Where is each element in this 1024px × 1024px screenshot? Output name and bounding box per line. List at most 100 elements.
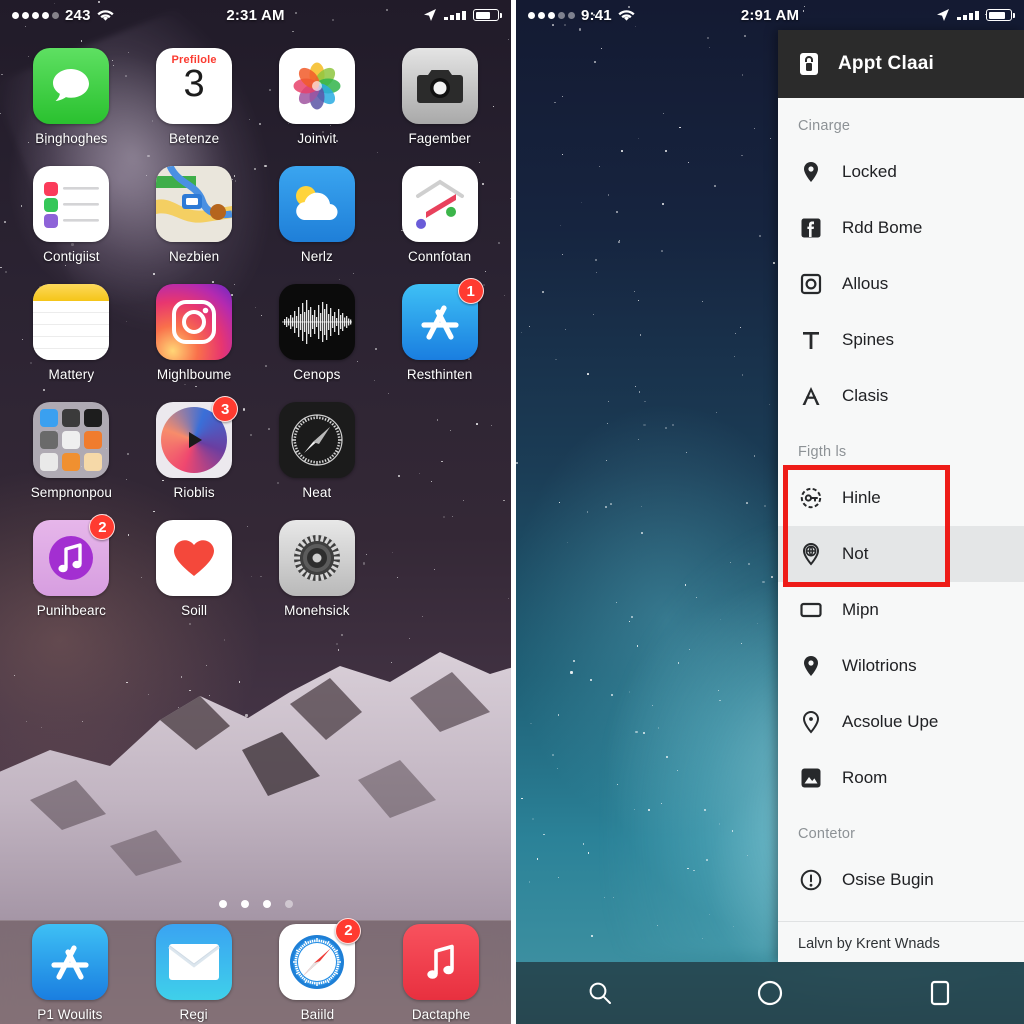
left-status-left: 243 bbox=[12, 7, 114, 24]
music-icon[interactable] bbox=[403, 923, 480, 1000]
home-app-icon[interactable]: Neat bbox=[256, 402, 379, 500]
messages-icon[interactable] bbox=[33, 48, 110, 124]
app-label: Sempnonpou bbox=[30, 485, 113, 500]
app-label: Neat bbox=[302, 485, 332, 500]
health-heart-icon[interactable] bbox=[156, 520, 233, 596]
app-store-icon[interactable]: 1 bbox=[401, 278, 484, 360]
section-label: Figth ls bbox=[798, 444, 847, 460]
home-app-icon[interactable]: 3 Rioblis bbox=[133, 396, 256, 500]
dock-app-icon[interactable]: Dactaphe bbox=[403, 923, 480, 1022]
app-store-icon[interactable] bbox=[31, 923, 108, 1000]
right-status-left: 9:41 bbox=[528, 7, 635, 24]
home-app-icon[interactable]: 2 Punihbearc bbox=[10, 514, 133, 618]
notes-icon[interactable] bbox=[33, 284, 110, 360]
left-phone-screen: 243 2:31 AM Binghoghes Prefilole 3 Beten… bbox=[0, 0, 511, 1024]
itunes-store-icon[interactable] bbox=[401, 166, 478, 242]
home-app-icon[interactable]: Prefilole 3 Betenze bbox=[133, 48, 256, 146]
home-app-icon[interactable]: Cenops bbox=[256, 284, 379, 382]
page-indicator-dots[interactable] bbox=[0, 900, 511, 908]
dock-app-icon[interactable]: 2 Baiild bbox=[279, 917, 362, 1022]
home-app-icon[interactable]: Monehsick bbox=[256, 520, 379, 618]
drawer-item-label: Hinle bbox=[842, 488, 881, 507]
drawer-item-spines[interactable]: Spines bbox=[778, 312, 1024, 368]
home-app-icon[interactable]: Fagember bbox=[378, 48, 501, 146]
page-dot[interactable] bbox=[218, 900, 227, 908]
dual-phone-screenshot: 243 2:31 AM Binghoghes Prefilole 3 Beten… bbox=[0, 0, 1024, 1024]
drawer-item-wilotrions[interactable]: Wilotrions bbox=[778, 638, 1024, 694]
drawer-header: Appt Claai bbox=[778, 30, 1024, 98]
drawer-item-not[interactable]: Not bbox=[778, 526, 1024, 582]
app-label: Fagember bbox=[408, 131, 471, 146]
app-label: Cenops bbox=[293, 367, 341, 382]
drawer-item-locked[interactable]: Locked bbox=[778, 144, 1024, 200]
right-status-bar: 9:41 2:91 AM bbox=[516, 0, 1024, 30]
wifi-icon bbox=[618, 9, 635, 22]
home-app-icon[interactable]: Nezbien bbox=[133, 166, 256, 264]
text-t-icon bbox=[798, 327, 824, 353]
home-app-icon[interactable]: Binghoghes bbox=[10, 48, 133, 146]
notification-badge: 3 bbox=[212, 396, 239, 422]
folder-icon[interactable] bbox=[33, 402, 110, 478]
home-app-icon[interactable]: Connfotan bbox=[378, 166, 501, 264]
signal-icon bbox=[444, 10, 466, 20]
recents-nav-button[interactable] bbox=[927, 979, 953, 1007]
rectangle-icon bbox=[798, 597, 824, 623]
location-arrow-icon bbox=[936, 8, 950, 22]
drawer-item-osise-bugin[interactable]: Osise Bugin bbox=[778, 852, 1024, 908]
search-nav-button[interactable] bbox=[587, 980, 613, 1006]
home-app-icon[interactable]: Contigiist bbox=[10, 166, 133, 264]
drawer-item-acsolue-upe[interactable]: Acsolue Upe bbox=[778, 694, 1024, 750]
home-app-icon[interactable]: Mattery bbox=[10, 284, 133, 382]
home-app-icon[interactable]: 1 Resthinten bbox=[378, 278, 501, 382]
home-app-icon[interactable]: Nerlz bbox=[256, 166, 379, 264]
drawer-title: Appt Claai bbox=[838, 53, 934, 74]
weather-icon[interactable] bbox=[278, 166, 355, 242]
dock-app-icon[interactable]: P1 Woulits bbox=[31, 923, 108, 1022]
settings-gear-icon[interactable] bbox=[278, 520, 355, 596]
instagram-icon[interactable] bbox=[156, 284, 233, 360]
location-pin-icon bbox=[798, 159, 824, 185]
notification-badge: 2 bbox=[89, 514, 116, 540]
reminders-icon[interactable] bbox=[33, 166, 110, 242]
drawer-item-label: Room bbox=[842, 768, 888, 787]
location-pin-icon bbox=[798, 653, 824, 679]
app-label: Nerlz bbox=[300, 249, 333, 264]
alert-circle-icon bbox=[798, 867, 824, 893]
left-status-bar: 243 2:31 AM bbox=[0, 0, 511, 30]
battery-icon bbox=[473, 9, 502, 21]
voice-memos-icon[interactable] bbox=[278, 284, 355, 360]
drawer-item-mipn[interactable]: Mipn bbox=[778, 582, 1024, 638]
mountain-wallpaper-graphic bbox=[0, 652, 511, 920]
home-app-icon[interactable]: Joinvit bbox=[256, 48, 379, 146]
mail-icon[interactable] bbox=[155, 923, 232, 1000]
pin-dot-icon bbox=[798, 709, 824, 735]
app-label: Soill bbox=[181, 603, 208, 618]
photos-icon[interactable] bbox=[278, 48, 355, 124]
music-purple-icon[interactable]: 2 bbox=[33, 514, 116, 596]
drawer-item-allous[interactable]: Allous bbox=[778, 256, 1024, 312]
home-screen-dock: P1 Woulits Regi 2 Baiild Dactaphe bbox=[0, 917, 511, 1024]
section-label: Contetor bbox=[798, 826, 856, 842]
camera-icon[interactable] bbox=[401, 48, 478, 124]
page-dot[interactable] bbox=[240, 900, 249, 908]
safari-compass-icon[interactable] bbox=[278, 402, 355, 478]
dock-app-icon[interactable]: Regi bbox=[155, 923, 232, 1022]
drawer-item-clasis[interactable]: Clasis bbox=[778, 368, 1024, 424]
home-app-icon[interactable]: Soill bbox=[133, 520, 256, 618]
home-nav-button[interactable] bbox=[756, 979, 784, 1007]
camera-square-icon bbox=[798, 271, 824, 297]
battery-icon bbox=[986, 9, 1015, 21]
media-player-icon[interactable]: 3 bbox=[156, 396, 239, 478]
page-dot[interactable] bbox=[284, 900, 293, 908]
home-app-icon[interactable]: Sempnonpou bbox=[10, 402, 133, 500]
drawer-item-label: Allous bbox=[842, 274, 889, 293]
drawer-item-rdd-bome[interactable]: Rdd Bome bbox=[778, 200, 1024, 256]
safari-icon[interactable]: 2 bbox=[279, 917, 362, 1000]
right-phone-screen: 9:41 2:91 AM Appt Claai Cinarge Locked R… bbox=[516, 0, 1024, 1024]
calendar-icon[interactable]: Prefilole 3 bbox=[156, 48, 233, 124]
drawer-item-hinle[interactable]: Hinle bbox=[778, 470, 1024, 526]
drawer-item-room[interactable]: Room bbox=[778, 750, 1024, 806]
page-dot[interactable] bbox=[262, 900, 271, 908]
home-app-icon[interactable]: Mighlboume bbox=[133, 284, 256, 382]
maps-icon[interactable] bbox=[156, 166, 233, 242]
